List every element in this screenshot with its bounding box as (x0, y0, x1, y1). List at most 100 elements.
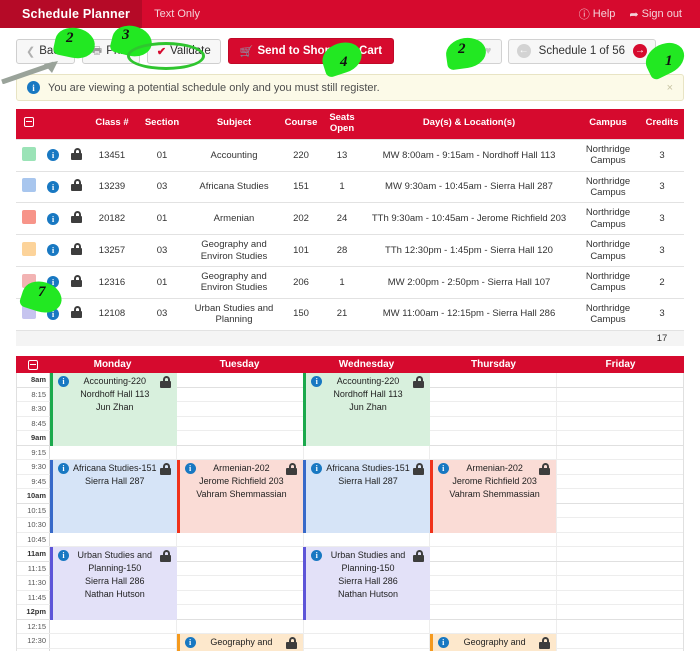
collapse-minus-icon[interactable] (24, 116, 34, 127)
calendar-cell[interactable] (177, 503, 304, 518)
calendar-cell[interactable] (304, 431, 431, 445)
info-icon[interactable]: i (47, 307, 59, 320)
calendar-cell[interactable] (177, 561, 304, 576)
calendar-cell[interactable] (557, 460, 683, 474)
calendar-cell[interactable] (557, 533, 683, 547)
arrow-right-circle-icon[interactable]: → (633, 44, 647, 58)
calendar-cell[interactable] (50, 460, 177, 474)
calendar-cell[interactable] (430, 373, 558, 387)
calendar-cell[interactable] (557, 431, 683, 445)
info-icon[interactable]: i (47, 244, 59, 257)
calendar-cell[interactable] (50, 561, 177, 576)
calendar-cell[interactable] (430, 416, 558, 431)
calendar-cell[interactable] (430, 605, 558, 619)
info-cell[interactable]: i (42, 202, 64, 236)
calendar-cell[interactable] (557, 634, 683, 648)
calendar-cell[interactable] (557, 504, 683, 518)
calendar-cell[interactable] (557, 388, 683, 402)
calendar-cell[interactable] (430, 532, 558, 547)
calendar-cell[interactable] (430, 474, 558, 489)
calendar-cell[interactable] (557, 605, 683, 619)
calendar-cell[interactable] (50, 402, 177, 416)
calendar-cell[interactable] (304, 576, 431, 590)
calendar-cell[interactable] (50, 518, 177, 532)
calendar-cell[interactable] (304, 460, 431, 474)
calendar-cell[interactable] (177, 460, 304, 474)
unlock-icon[interactable] (70, 274, 82, 287)
calendar-cell[interactable] (177, 590, 304, 605)
calendar-cell[interactable] (430, 402, 558, 416)
calendar-cell[interactable] (50, 503, 177, 518)
info-icon[interactable]: i (47, 276, 59, 289)
arrow-left-circle-icon[interactable]: ← (516, 44, 531, 58)
calendar-cell[interactable] (557, 489, 683, 503)
calendar-cell[interactable] (430, 489, 558, 503)
calendar-cell[interactable] (304, 445, 431, 460)
calendar-cell[interactable] (430, 561, 558, 576)
calendar-cell[interactable] (557, 576, 683, 590)
calendar-cell[interactable] (430, 518, 558, 532)
calendar-cell[interactable] (304, 489, 431, 503)
calendar-cell[interactable] (304, 503, 431, 518)
calendar-cell[interactable] (177, 387, 304, 402)
calendar-cell[interactable] (50, 431, 177, 445)
info-cell[interactable]: i (42, 138, 64, 172)
lock-cell[interactable] (64, 138, 88, 172)
calendar-cell[interactable] (304, 416, 431, 431)
calendar-cell[interactable] (430, 619, 558, 634)
calendar-cell[interactable] (430, 431, 558, 445)
calendar-cell[interactable] (50, 590, 177, 605)
unlock-icon[interactable] (70, 211, 82, 224)
nav-text-only[interactable]: Text Only (142, 8, 212, 20)
help-link[interactable]: ⓘ Help (579, 6, 616, 22)
sign-out-link[interactable]: ➦ Sign out (629, 8, 682, 21)
calendar-cell[interactable] (177, 518, 304, 532)
calendar-cell[interactable] (50, 576, 177, 590)
back-button[interactable]: ❮ Back (16, 38, 75, 64)
calendar-cell[interactable] (177, 474, 304, 489)
unlock-icon[interactable] (70, 147, 82, 160)
calendar-cell[interactable] (177, 619, 304, 634)
calendar-cell[interactable] (430, 503, 558, 518)
calendar-cell[interactable] (430, 460, 558, 474)
info-cell[interactable]: i (42, 234, 64, 267)
table-row[interactable]: i 20182 01 Armenian 202 24 TTh 9:30am - 10:45a… (16, 202, 684, 236)
calendar-cell[interactable] (304, 561, 431, 576)
calendar-cell[interactable] (50, 619, 177, 634)
calendar-cell[interactable] (177, 402, 304, 416)
lock-cell[interactable] (64, 202, 88, 236)
close-icon[interactable]: × (667, 82, 673, 94)
calendar-cell[interactable] (304, 402, 431, 416)
calendar-cell[interactable] (177, 634, 304, 648)
calendar-cell[interactable] (304, 518, 431, 532)
calendar-cell[interactable] (557, 620, 683, 634)
calendar-cell[interactable] (177, 576, 304, 590)
unlock-icon[interactable] (70, 242, 82, 255)
calendar-cell[interactable] (304, 547, 431, 561)
unlock-icon[interactable] (70, 306, 82, 319)
calendar-cell[interactable] (50, 532, 177, 547)
calendar-cell[interactable] (557, 446, 683, 460)
send-to-shopping-cart-button[interactable]: 🛒 Send to Shopping Cart (227, 38, 395, 64)
calendar-cell[interactable] (50, 474, 177, 489)
calendar-cell[interactable] (177, 547, 304, 561)
calendar-cell[interactable] (430, 634, 558, 648)
lock-cell[interactable] (64, 298, 88, 331)
table-row[interactable]: i 12108 03 Urban Studies and Planning 150 21 M… (16, 298, 684, 331)
favorite-button[interactable]: ♥ (474, 38, 502, 64)
calendar-cell[interactable] (557, 373, 683, 387)
calendar-cell[interactable] (430, 445, 558, 460)
calendar-cell[interactable] (50, 605, 177, 619)
calendar-cell[interactable] (177, 532, 304, 547)
calendar-cell[interactable] (304, 373, 431, 387)
info-cell[interactable]: i (42, 298, 64, 331)
table-row[interactable]: i 13451 01 Accounting 220 13 MW 8:00am - 9:15a… (16, 138, 684, 172)
calendar-cell[interactable] (50, 445, 177, 460)
calendar-collapse-cell[interactable] (16, 359, 49, 370)
calendar-cell[interactable] (304, 387, 431, 402)
calendar-cell[interactable] (304, 474, 431, 489)
unlock-icon[interactable] (70, 179, 82, 192)
calendar-cell[interactable] (304, 605, 431, 619)
info-icon[interactable]: i (47, 180, 59, 193)
calendar-cell[interactable] (177, 445, 304, 460)
